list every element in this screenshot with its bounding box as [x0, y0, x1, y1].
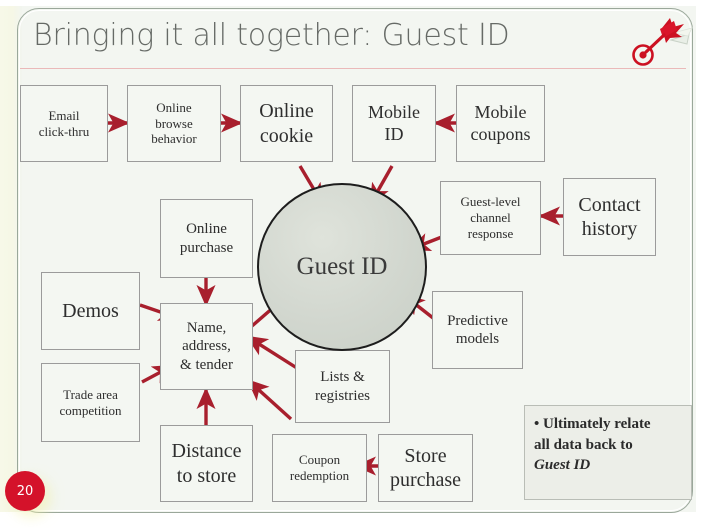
node-online-purchase[interactable]: Online purchase [160, 199, 253, 278]
node-label: Mobile coupons [470, 101, 531, 144]
page-title: Bringing it all together: Guest ID [33, 18, 510, 53]
slide-bottom-margin [0, 512, 706, 528]
node-online-browse-behavior[interactable]: Online browse behavior [127, 85, 221, 162]
node-lists-registries[interactable]: Lists & registries [295, 350, 390, 423]
callout-line-3: Guest ID [534, 457, 591, 474]
page-number-text: 20 [16, 483, 34, 499]
slide-canvas: Bringing it all together: Guest ID Email… [0, 0, 706, 528]
hub-label: Guest ID [296, 253, 388, 280]
page-number-badge: 20 [5, 471, 45, 511]
node-mobile-coupons[interactable]: Mobile coupons [456, 85, 545, 162]
node-label: Distance to store [171, 440, 242, 487]
dart-on-target-logo [630, 10, 696, 68]
node-store-purchase[interactable]: Store purchase [378, 434, 473, 502]
node-label: Store purchase [389, 444, 462, 491]
node-name-address-tender[interactable]: Name, address, & tender [160, 303, 253, 390]
node-guest-level-channel-response[interactable]: Guest-level channel response [440, 181, 541, 255]
node-label: Contact history [578, 193, 641, 240]
node-label: Coupon redemption [289, 452, 350, 483]
slide-right-margin [696, 0, 706, 528]
node-trade-area-competition[interactable]: Trade area competition [41, 363, 140, 442]
node-label: Online cookie [259, 100, 314, 147]
node-label: Email click-thru [38, 107, 90, 139]
node-label: Online browse behavior [151, 99, 197, 147]
node-label: Online purchase [179, 221, 234, 256]
summary-callout: • Ultimately relate all data back to Gue… [524, 405, 692, 500]
callout-line-2: all data back to [534, 436, 633, 453]
hub-guest-id[interactable]: Guest ID [257, 183, 427, 351]
node-label: Trade area competition [59, 386, 122, 418]
node-label: Name, address, & tender [180, 320, 233, 373]
node-coupon-redemption[interactable]: Coupon redemption [272, 434, 367, 502]
node-label: Lists & registries [315, 369, 370, 404]
slide-left-edge-strip [0, 0, 22, 528]
node-online-cookie[interactable]: Online cookie [240, 85, 333, 162]
node-distance-to-store[interactable]: Distance to store [160, 425, 253, 502]
node-predictive-models[interactable]: Predictive models [432, 291, 523, 369]
node-contact-history[interactable]: Contact history [563, 178, 656, 256]
arrow-lists-to-nameaddr [245, 335, 301, 372]
node-label: Demos [62, 299, 119, 322]
node-demos[interactable]: Demos [41, 272, 140, 350]
slide-top-margin [0, 0, 706, 6]
node-label: Mobile ID [368, 101, 420, 144]
node-label: Guest-level channel response [460, 194, 521, 241]
node-label: Predictive models [447, 312, 508, 347]
arrow-coupon-to-nameaddr [246, 379, 293, 421]
title-divider [20, 68, 686, 69]
node-mobile-id[interactable]: Mobile ID [352, 85, 436, 162]
callout-line-1: • Ultimately relate [534, 416, 651, 432]
node-email-click-thru[interactable]: Email click-thru [20, 85, 108, 162]
